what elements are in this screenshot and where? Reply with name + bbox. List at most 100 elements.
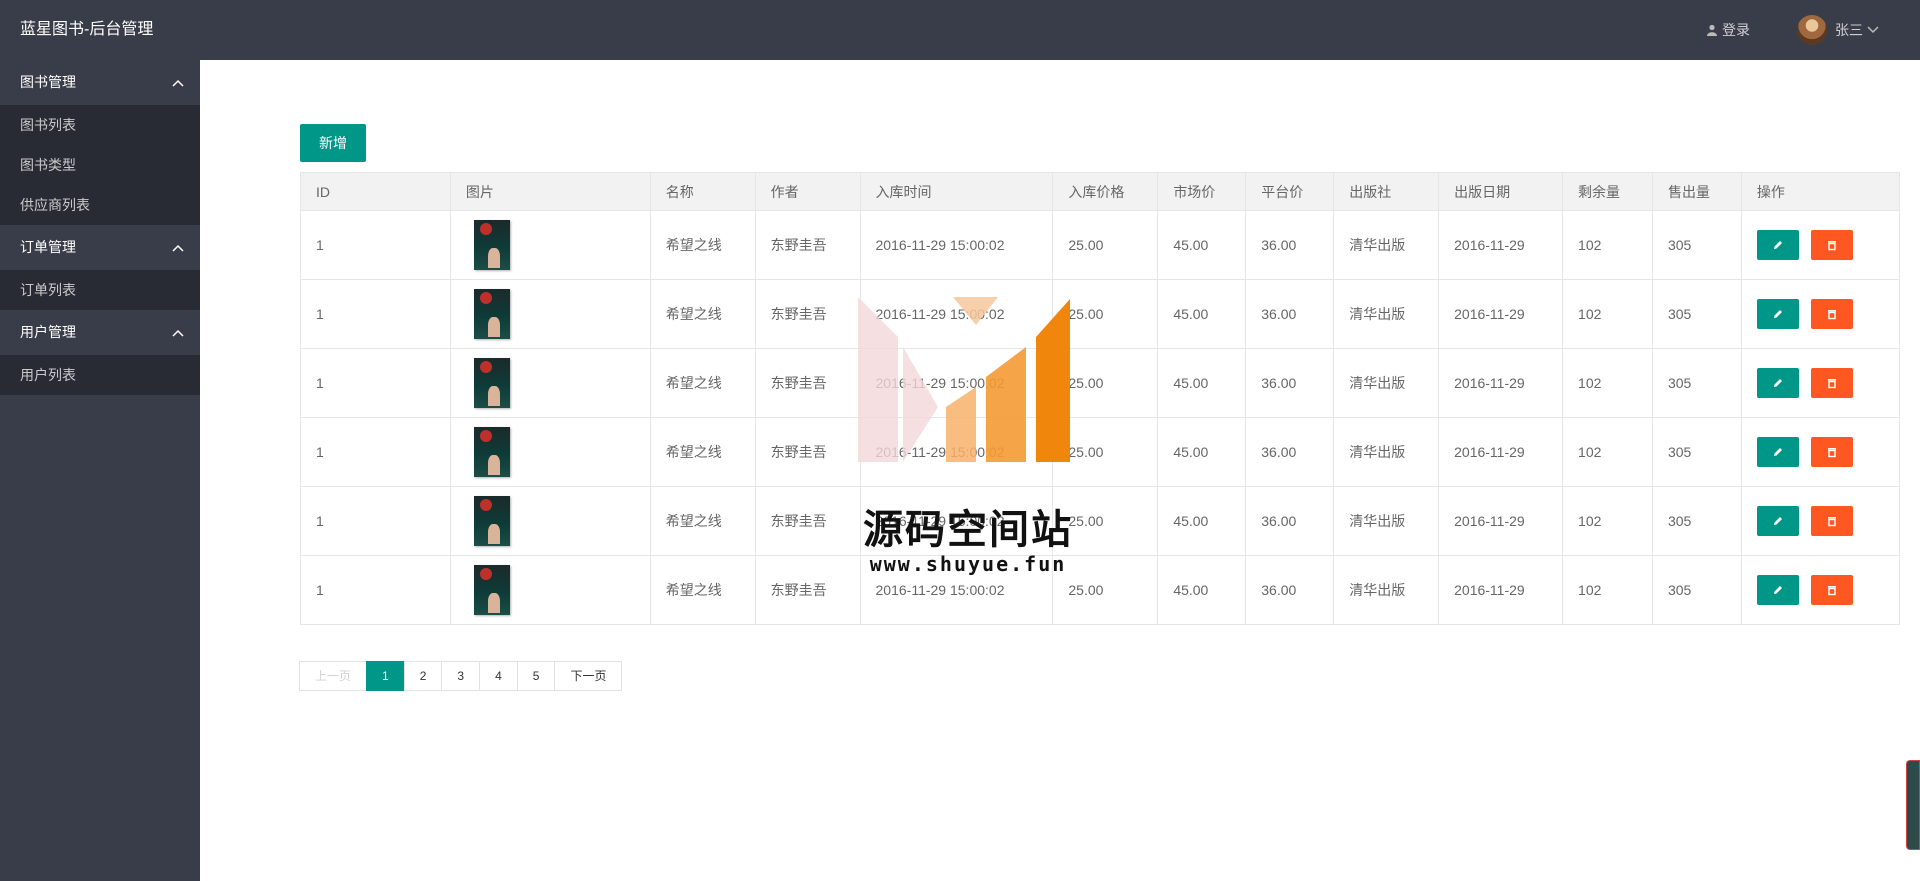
cell-actions [1740, 210, 1901, 280]
cell-id: 1 [300, 417, 451, 487]
edit-button[interactable] [1756, 299, 1799, 329]
add-button[interactable]: 新增 [300, 124, 366, 162]
cell-name: 希望之线 [649, 417, 756, 487]
cell-in-time: 2016-11-29 15:00:02 [859, 210, 1054, 280]
cell-pub-date: 2016-11-29 [1438, 417, 1564, 487]
cell-market-price: 45.00 [1157, 555, 1247, 625]
table-row: 1 希望之线 东野圭吾 2016-11-29 15:00:02 25.00 45.00 36… [300, 210, 1901, 280]
cell-actions [1740, 486, 1901, 556]
cell-remaining: 102 [1562, 555, 1653, 625]
cell-in-time: 2016-11-29 15:00:02 [859, 555, 1054, 625]
main-content: 新增 ID 图片 名称 作者 入库时间 入库价格 市场价 平台价 出版社 出版日… [200, 60, 1920, 881]
delete-button[interactable] [1810, 230, 1853, 260]
nav-group-title[interactable]: 用户管理 [0, 310, 200, 355]
cell-remaining: 102 [1562, 486, 1653, 556]
edit-button[interactable] [1756, 506, 1799, 536]
cell-name: 希望之线 [649, 486, 756, 556]
cell-id: 1 [300, 486, 451, 556]
edit-button[interactable] [1756, 437, 1799, 467]
column-header: 图片 [449, 172, 651, 211]
cell-sold: 305 [1651, 210, 1742, 280]
cell-image [449, 210, 651, 280]
cell-in-time: 2016-11-29 15:00:02 [859, 279, 1054, 349]
trash-icon [1827, 586, 1836, 596]
avatar [1797, 15, 1827, 45]
cell-name: 希望之线 [649, 210, 756, 280]
sidebar-item-user-list[interactable]: 用户列表 [0, 355, 200, 395]
cell-publisher: 清华出版 [1333, 417, 1440, 487]
column-header: 售出量 [1651, 172, 1742, 211]
delete-button[interactable] [1810, 575, 1853, 605]
pencil-icon [1773, 310, 1782, 318]
column-header: 剩余量 [1562, 172, 1653, 211]
table-row: 1 希望之线 东野圭吾 2016-11-29 15:00:02 25.00 45.00 36… [300, 348, 1901, 418]
cell-id: 1 [300, 348, 451, 418]
sidebar-item-order-list[interactable]: 订单列表 [0, 270, 200, 310]
page-button[interactable]: 2 [403, 661, 443, 691]
cell-pub-date: 2016-11-29 [1438, 210, 1564, 280]
delete-button[interactable] [1810, 299, 1853, 329]
nav-group-title[interactable]: 图书管理 [0, 60, 200, 105]
delete-button[interactable] [1810, 437, 1853, 467]
sidebar-item-book-list[interactable]: 图书列表 [0, 105, 200, 145]
book-cover-image [473, 427, 510, 477]
prev-page-button[interactable]: 上一页 [299, 661, 368, 691]
chevron-down-icon [1867, 26, 1879, 34]
cell-image [449, 279, 651, 349]
page-button[interactable]: 1 [366, 661, 405, 691]
nav-group-users: 用户管理 用户列表 [0, 310, 200, 395]
sidebar-item-book-types[interactable]: 图书类型 [0, 145, 200, 185]
floating-side-widget[interactable] [1906, 760, 1920, 850]
page-button[interactable]: 5 [516, 661, 556, 691]
nav-group-title[interactable]: 订单管理 [0, 225, 200, 270]
cell-in-time: 2016-11-29 15:00:02 [859, 417, 1054, 487]
cell-author: 东野圭吾 [754, 417, 861, 487]
cell-remaining: 102 [1562, 348, 1653, 418]
cell-platform-price: 36.00 [1245, 417, 1335, 487]
cell-id: 1 [300, 279, 451, 349]
cell-image [449, 555, 651, 625]
chevron-up-icon [172, 79, 184, 87]
cell-sold: 305 [1651, 279, 1742, 349]
table-row: 1 希望之线 东野圭吾 2016-11-29 15:00:02 25.00 45.00 36… [300, 417, 1901, 487]
cell-actions [1740, 279, 1901, 349]
column-header: 平台价 [1245, 172, 1335, 211]
sidebar: 图书管理 图书列表 图书类型 供应商列表 订单管理 订单列表 用户管理 用户列表 [0, 60, 200, 881]
cell-name: 希望之线 [649, 555, 756, 625]
login-label: 登录 [1722, 22, 1750, 38]
nav-group-label: 图书管理 [20, 74, 76, 90]
cell-remaining: 102 [1562, 210, 1653, 280]
cell-in-price: 25.00 [1052, 348, 1159, 418]
cell-id: 1 [300, 210, 451, 280]
delete-button[interactable] [1810, 368, 1853, 398]
nav-group-books: 图书管理 图书列表 图书类型 供应商列表 [0, 60, 200, 225]
trash-icon [1827, 310, 1836, 320]
login-link[interactable]: 登录 [1706, 0, 1750, 60]
trash-icon [1827, 241, 1836, 251]
cell-name: 希望之线 [649, 279, 756, 349]
sidebar-item-suppliers[interactable]: 供应商列表 [0, 185, 200, 225]
book-cover-image [473, 496, 510, 546]
cell-publisher: 清华出版 [1333, 486, 1440, 556]
top-header: 蓝星图书-后台管理 登录 张三 [0, 0, 1920, 60]
table-row: 1 希望之线 东野圭吾 2016-11-29 15:00:02 25.00 45.00 36… [300, 555, 1901, 625]
edit-button[interactable] [1756, 230, 1799, 260]
delete-button[interactable] [1810, 506, 1853, 536]
cell-actions [1740, 417, 1901, 487]
cell-pub-date: 2016-11-29 [1438, 279, 1564, 349]
table-header-row: ID 图片 名称 作者 入库时间 入库价格 市场价 平台价 出版社 出版日期 剩… [300, 172, 1901, 211]
cell-market-price: 45.00 [1157, 279, 1247, 349]
cell-author: 东野圭吾 [754, 348, 861, 418]
edit-button[interactable] [1756, 368, 1799, 398]
page-button[interactable]: 4 [479, 661, 518, 691]
edit-button[interactable] [1756, 575, 1799, 605]
cell-image [449, 417, 651, 487]
user-menu[interactable]: 张三 [1797, 0, 1879, 60]
next-page-button[interactable]: 下一页 [554, 661, 623, 691]
column-header: 出版日期 [1438, 172, 1564, 211]
page-button[interactable]: 3 [441, 661, 481, 691]
cell-author: 东野圭吾 [754, 210, 861, 280]
cell-in-price: 25.00 [1052, 417, 1159, 487]
cell-sold: 305 [1651, 417, 1742, 487]
book-cover-image [473, 289, 510, 339]
